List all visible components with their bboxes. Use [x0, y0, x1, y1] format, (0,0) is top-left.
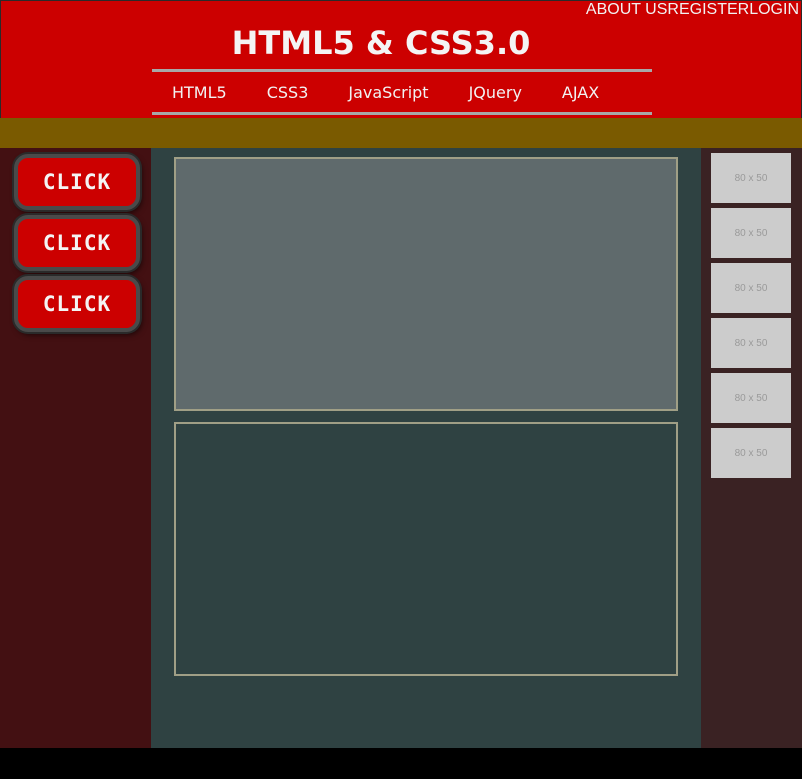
main-content	[151, 148, 701, 748]
login-link[interactable]: LOGIN	[749, 1, 799, 21]
content-panel-bottom	[174, 422, 678, 676]
thumbnail-placeholder: 80 x 50	[711, 263, 791, 313]
site-header: ABOUT US REGISTER LOGIN HTML5 & CSS3.0 H…	[0, 0, 802, 118]
right-sidebar: 80 x 50 80 x 50 80 x 50 80 x 50 80 x 50 …	[701, 148, 802, 748]
nav-javascript[interactable]: JavaScript	[348, 83, 428, 102]
thumbnail-placeholder: 80 x 50	[711, 318, 791, 368]
nav-ajax[interactable]: AJAX	[562, 83, 599, 102]
thumbnail-placeholder: 80 x 50	[711, 208, 791, 258]
nav-html5[interactable]: HTML5	[172, 83, 227, 102]
thumbnail-placeholder: 80 x 50	[711, 428, 791, 478]
click-button-2[interactable]: CLICK	[14, 215, 140, 271]
left-sidebar: CLICK CLICK CLICK	[0, 148, 151, 748]
about-us-link[interactable]: ABOUT US	[586, 1, 668, 21]
site-footer	[0, 748, 802, 779]
top-links: ABOUT US REGISTER LOGIN	[586, 1, 799, 21]
thumbnail-placeholder: 80 x 50	[711, 153, 791, 203]
click-button-3[interactable]: CLICK	[14, 276, 140, 332]
main-nav: HTML5 CSS3 JavaScript JQuery AJAX	[152, 69, 652, 115]
nav-jquery[interactable]: JQuery	[469, 83, 522, 102]
nav-css3[interactable]: CSS3	[267, 83, 309, 102]
site-title: HTML5 & CSS3.0	[231, 24, 531, 62]
register-link[interactable]: REGISTER	[667, 1, 749, 21]
content-panel-top	[174, 157, 678, 411]
thumbnail-placeholder: 80 x 50	[711, 373, 791, 423]
click-button-1[interactable]: CLICK	[14, 154, 140, 210]
header-band	[0, 118, 802, 148]
